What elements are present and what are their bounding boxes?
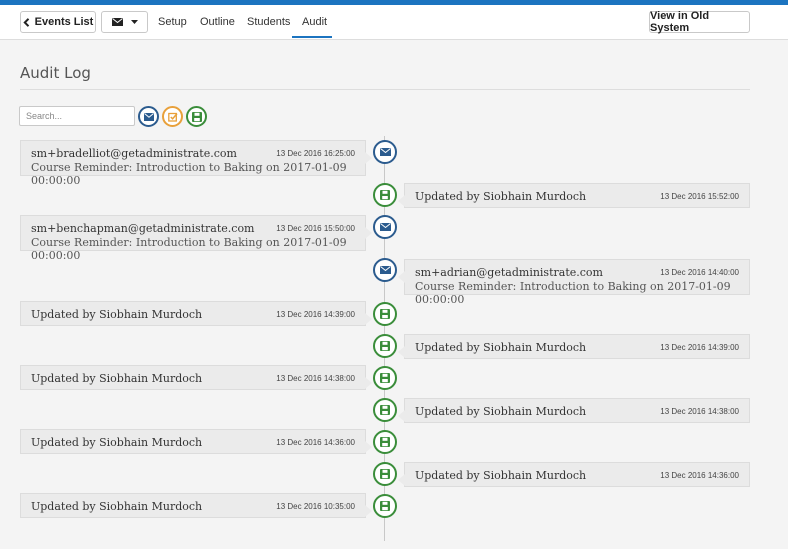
entry-timestamp: 13 Dec 2016 14:36:00 [660,471,739,480]
view-old-system-label: View in Old System [650,10,710,34]
nav-audit[interactable]: Audit [302,16,327,28]
mail-icon [379,223,391,231]
task-icon [167,112,178,122]
entry-timestamp: 13 Dec 2016 14:36:00 [276,438,355,447]
audit-entry: Updated by Siobhain Murdoch 13 Dec 2016 1… [398,398,750,423]
events-list-button[interactable]: Events List [20,11,96,33]
save-icon [380,437,390,447]
timeline-node-mail [373,215,397,239]
entry-timestamp: 13 Dec 2016 14:39:00 [276,310,355,319]
timeline-node-save [373,430,397,454]
view-old-system-button[interactable]: View in Old System [649,10,750,34]
audit-entry: Updated by Siobhain Murdoch 13 Dec 2016 1… [20,301,372,326]
save-icon [380,373,390,383]
title-divider [20,89,750,90]
timeline-node-save [373,334,397,358]
audit-entry: Updated by Siobhain Murdoch 13 Dec 2016 1… [20,429,372,454]
save-icon [191,111,202,122]
entry-timestamp: 13 Dec 2016 14:40:00 [660,268,739,277]
nav-setup[interactable]: Setup [158,16,187,28]
timeline-node-save [373,398,397,422]
page-title: Audit Log [20,64,91,82]
save-icon [380,469,390,479]
audit-entry: sm+benchapman@getadministrate.com Course … [20,215,372,262]
chevron-left-icon [23,17,30,27]
nav-outline[interactable]: Outline [200,16,235,28]
entry-timestamp: 13 Dec 2016 16:25:00 [276,149,355,158]
entry-subject: Course Reminder: Introduction to Baking … [415,280,731,306]
audit-entry: sm+adrian@getadministrate.com Course Remi… [398,259,750,306]
audit-entry: Updated by Siobhain Murdoch 13 Dec 2016 1… [20,365,372,390]
mail-icon [379,148,391,156]
filter-task-button[interactable] [162,106,183,127]
audit-entry: sm+bradelliot@getadministrate.com Course … [20,140,372,187]
filter-save-button[interactable] [186,106,207,127]
timeline-node-save [373,462,397,486]
save-icon [380,341,390,351]
audit-entry: Updated by Siobhain Murdoch 13 Dec 2016 1… [398,334,750,359]
entry-timestamp: 13 Dec 2016 14:38:00 [276,374,355,383]
audit-entry: Updated by Siobhain Murdoch 13 Dec 2016 1… [398,462,750,487]
email-dropdown-button[interactable] [101,11,148,33]
timeline-node-mail [373,140,397,164]
audit-entry: Updated by Siobhain Murdoch 13 Dec 2016 1… [20,493,372,518]
mail-icon [379,266,391,274]
top-navbar: Events List Setup Outline Students Audit… [0,5,788,40]
mail-icon [143,112,154,121]
timeline-node-mail [373,258,397,282]
envelope-icon [111,18,123,26]
timeline-node-save [373,302,397,326]
save-icon [380,309,390,319]
save-icon [380,405,390,415]
entry-timestamp: 13 Dec 2016 14:39:00 [660,343,739,352]
save-icon [380,501,390,511]
entry-subject: Course Reminder: Introduction to Baking … [31,161,347,187]
entry-subject: Course Reminder: Introduction to Baking … [31,236,347,262]
save-icon [380,190,390,200]
entry-timestamp: 13 Dec 2016 14:38:00 [660,407,739,416]
events-list-label: Events List [34,16,94,28]
entry-timestamp: 13 Dec 2016 15:52:00 [660,192,739,201]
audit-entry: Updated by Siobhain Murdoch 13 Dec 2016 1… [398,183,750,208]
timeline-node-save [373,366,397,390]
search-input[interactable] [19,106,135,126]
timeline-node-save [373,494,397,518]
entry-timestamp: 13 Dec 2016 10:35:00 [276,502,355,511]
nav-students[interactable]: Students [247,16,290,28]
entry-timestamp: 13 Dec 2016 15:50:00 [276,224,355,233]
filter-mail-button[interactable] [138,106,159,127]
caret-down-icon [130,20,138,24]
timeline-node-save [373,183,397,207]
active-tab-indicator [292,36,332,38]
